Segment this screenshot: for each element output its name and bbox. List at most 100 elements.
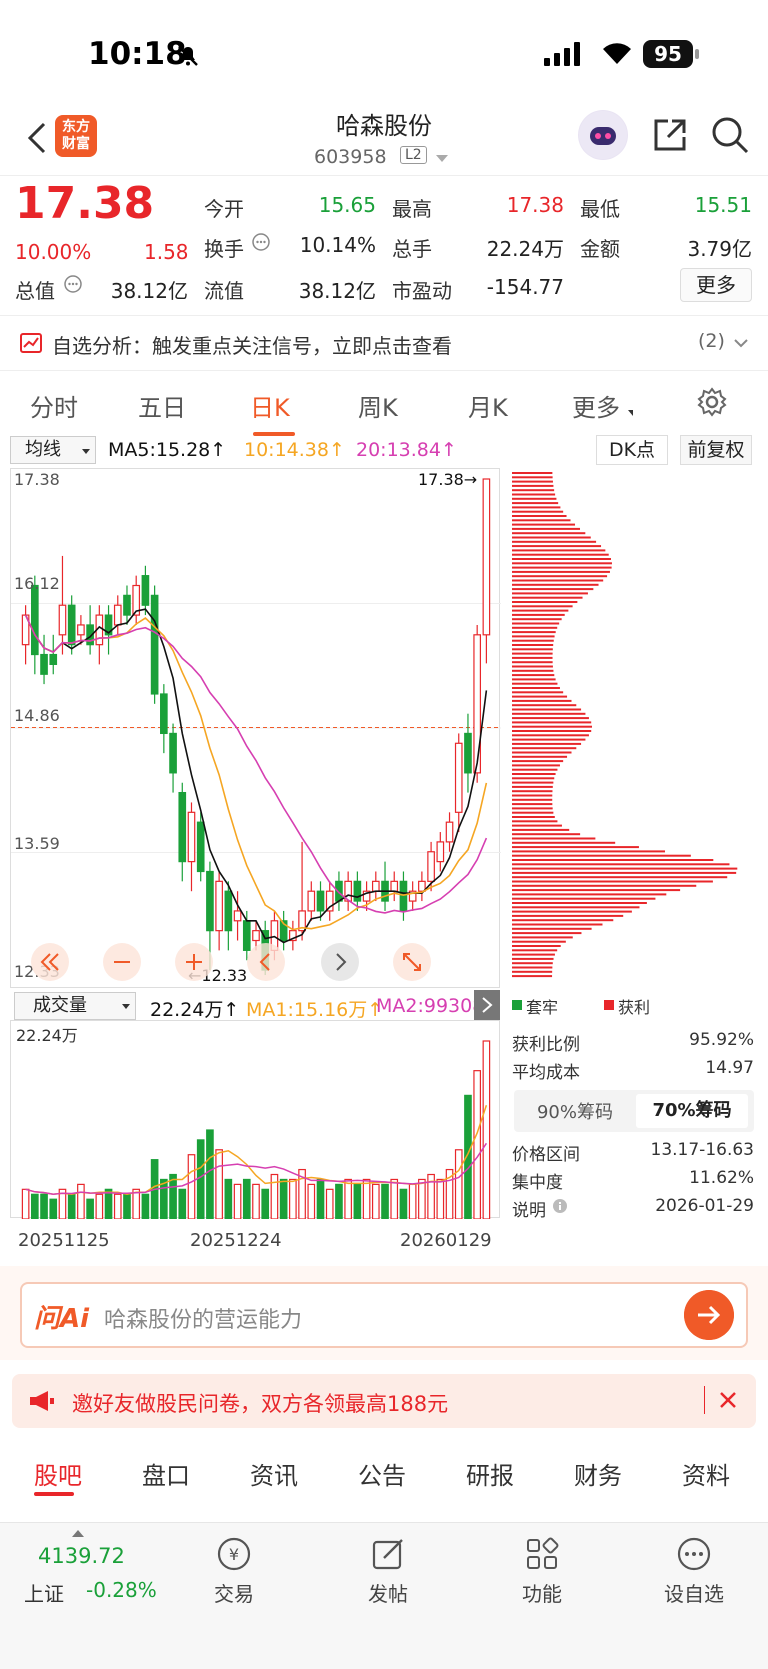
tab-five-day[interactable]: 五日 (138, 388, 186, 423)
chip-bar (512, 902, 647, 904)
chip-bar (512, 523, 576, 526)
signal-divider (0, 370, 768, 371)
ask-ai-placeholder[interactable]: 哈森股份的营运能力 (104, 1302, 302, 1334)
chip-bar (512, 884, 697, 887)
caret-down-icon[interactable] (436, 155, 448, 162)
scroll-right-icon[interactable] (320, 942, 360, 982)
chart-trend-icon (20, 333, 42, 353)
tab-profile[interactable]: 资料 (682, 1456, 730, 1491)
index-pct[interactable]: -0.28% (86, 1578, 157, 1602)
fullscreen-icon[interactable] (392, 942, 432, 982)
chip-bar (512, 592, 588, 595)
ma-select-label: 均线 (25, 439, 61, 460)
trade-icon[interactable]: ¥ (214, 1534, 254, 1574)
volume-bar (252, 1183, 260, 1220)
zoom-out-icon[interactable] (102, 942, 142, 982)
tab-daily-k[interactable]: 日K (250, 388, 290, 423)
more-quote-button[interactable]: 更多 (680, 268, 752, 302)
chip-bar (512, 596, 583, 599)
chip-bar (512, 734, 589, 737)
chip-bar (512, 644, 554, 646)
tab-finance[interactable]: 财务 (574, 1456, 622, 1491)
chip-bar (512, 536, 591, 539)
volume-bar (473, 1070, 482, 1220)
apps-grid-icon[interactable] (522, 1534, 562, 1574)
battery-indicator: 95 (643, 40, 693, 68)
tab-forum[interactable]: 股吧 (34, 1456, 82, 1491)
chip-bar (512, 661, 553, 664)
nav-add-watchlist[interactable]: 设自选 (649, 1578, 739, 1607)
volume-bar (40, 1193, 48, 1220)
nav-functions[interactable]: 功能 (497, 1578, 587, 1607)
candle-body (206, 870, 214, 932)
volume-bar (30, 1193, 39, 1220)
tab-more[interactable]: 更多 (572, 388, 620, 423)
battery-tip (695, 49, 699, 59)
chip-bar (512, 570, 610, 573)
index-value[interactable]: 4139.72 (38, 1544, 125, 1568)
info-dots-icon[interactable] (252, 233, 270, 251)
chip-bar (512, 777, 555, 780)
tab-weekly-k[interactable]: 周K (358, 388, 398, 423)
tab-research[interactable]: 研报 (466, 1456, 514, 1491)
note-label: 说明 (512, 1201, 546, 1221)
tab-announcements[interactable]: 公告 (358, 1456, 406, 1491)
search-icon[interactable] (710, 115, 750, 155)
nav-post[interactable]: 发帖 (343, 1578, 433, 1607)
info-dots-icon[interactable] (64, 275, 82, 293)
volume-chart[interactable] (10, 1020, 500, 1220)
tab-intraday[interactable]: 分时 (30, 388, 78, 423)
chip-bar (512, 932, 582, 935)
price-range-value: 13.17-16.63 (650, 1140, 754, 1160)
post-edit-icon[interactable] (368, 1534, 408, 1574)
nav-trade[interactable]: 交易 (189, 1578, 279, 1607)
dk-point-button[interactable]: DK点 (596, 435, 668, 465)
chip-bar (512, 751, 572, 754)
tab-monthly-k[interactable]: 月K (468, 388, 508, 423)
market-cap-value: 38.12亿 (110, 279, 188, 303)
volume-bar (178, 1188, 187, 1220)
active-bottom-tab-indicator (34, 1492, 74, 1496)
candle-body (49, 653, 58, 665)
candle-body (353, 880, 362, 902)
chip-tab-90[interactable]: 90%筹码 (520, 1098, 630, 1124)
volume-bar (279, 1178, 288, 1220)
arrow-right-icon[interactable] (684, 1290, 734, 1340)
volume-select[interactable]: 成交量 (14, 992, 136, 1020)
signal-bar-text[interactable]: 自选分析：触发重点关注信号，立即点击查看 (52, 330, 452, 359)
y-label-top: 17.38 (14, 470, 60, 489)
volume-bar (206, 1129, 214, 1220)
candle-body (160, 693, 168, 735)
candlestick-chart[interactable] (10, 468, 501, 988)
promo-text[interactable]: 邀好友做股民问卷，双方各领最高188元 (72, 1388, 448, 1418)
tab-orderbook[interactable]: 盘口 (142, 1456, 190, 1491)
chip-bar (512, 549, 606, 552)
index-name[interactable]: 上证 (24, 1578, 64, 1607)
info-icon[interactable] (552, 1198, 568, 1214)
robot-avatar-icon[interactable] (578, 110, 628, 160)
vol-expand-button[interactable] (474, 990, 500, 1020)
scroll-left-fast-icon[interactable] (30, 942, 70, 982)
level-badge[interactable]: L2 (400, 146, 427, 164)
scroll-left-icon[interactable] (246, 942, 286, 982)
settings-gear-icon[interactable] (696, 386, 728, 418)
chip-bar (512, 695, 568, 698)
chevron-down-icon[interactable] (734, 338, 748, 348)
tab-news[interactable]: 资讯 (250, 1456, 298, 1491)
chip-bar (512, 854, 691, 857)
share-icon[interactable] (650, 115, 690, 155)
close-icon[interactable] (718, 1390, 738, 1410)
caret-up-icon[interactable] (72, 1530, 84, 1537)
zoom-in-icon[interactable] (174, 942, 214, 982)
more-dots-icon[interactable] (674, 1534, 714, 1574)
volume-bar (390, 1178, 399, 1220)
chip-bar (512, 639, 554, 642)
chip-tab-70[interactable]: 70%筹码 (636, 1094, 748, 1128)
volume-bar (381, 1183, 389, 1220)
volume-bar (141, 1193, 150, 1220)
candle-body (141, 575, 150, 606)
signal-count[interactable]: (2) (698, 330, 725, 352)
adjust-button[interactable]: 前复权 (680, 435, 752, 465)
chip-bar (512, 652, 553, 655)
concentration-value: 11.62% (689, 1168, 754, 1188)
